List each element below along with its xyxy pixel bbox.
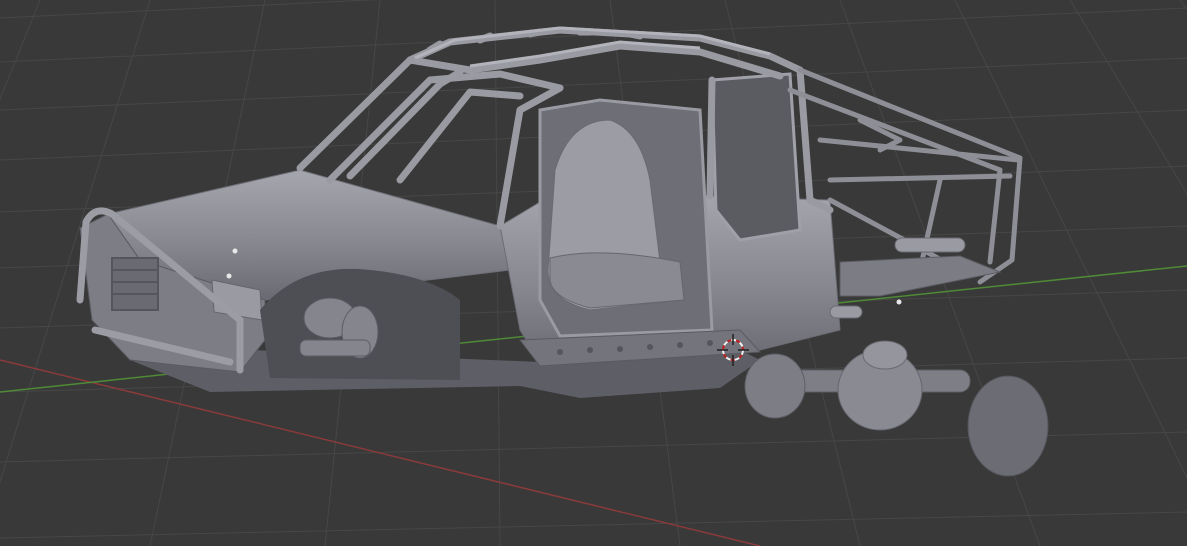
3d-viewport[interactable] <box>0 0 1187 546</box>
grille <box>111 257 159 311</box>
door-opening-rear <box>710 72 802 242</box>
engine-components <box>299 297 379 359</box>
seat-cushion <box>549 252 685 309</box>
